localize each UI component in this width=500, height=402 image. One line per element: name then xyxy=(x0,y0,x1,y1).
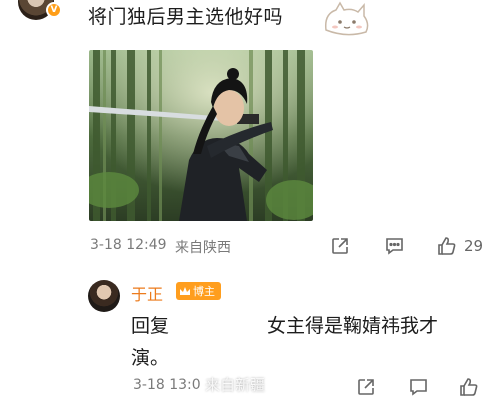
reply-timestamp: 3-18 13:0 xyxy=(133,377,201,393)
watermark-text: 来自新疆 xyxy=(205,376,266,394)
reply-share-icon[interactable] xyxy=(356,377,376,397)
reply-thumbs-up-icon[interactable] xyxy=(458,376,480,398)
badge-label: 博主 xyxy=(193,285,215,298)
blogger-badge: 博主 xyxy=(176,282,221,300)
comment-text: 将门独后男主选他好吗 xyxy=(88,6,284,28)
like-count: 29 xyxy=(464,237,484,255)
reply-content: 回复 女主得是鞠婧祎我才演。 xyxy=(131,310,471,374)
crown-icon xyxy=(180,286,190,295)
reply-prefix: 回复 xyxy=(131,315,170,337)
share-icon[interactable] xyxy=(330,236,350,256)
reply-text: 女主得是鞠婧祎我才演。 xyxy=(131,315,439,369)
comment-icon[interactable] xyxy=(384,236,404,256)
thumbs-up-icon[interactable] xyxy=(436,235,458,257)
comment-timestamp: 3-18 12:49 xyxy=(90,237,167,253)
comment-location: 来自陕西 xyxy=(175,240,231,256)
reply-author-name[interactable]: 于正 xyxy=(131,281,163,305)
cat-sticker-icon xyxy=(324,1,369,36)
reply-author-avatar[interactable] xyxy=(88,280,120,312)
verified-badge-icon: V xyxy=(46,2,62,18)
post-image-swordsman[interactable] xyxy=(89,50,313,221)
reply-comment-icon[interactable] xyxy=(408,377,428,397)
